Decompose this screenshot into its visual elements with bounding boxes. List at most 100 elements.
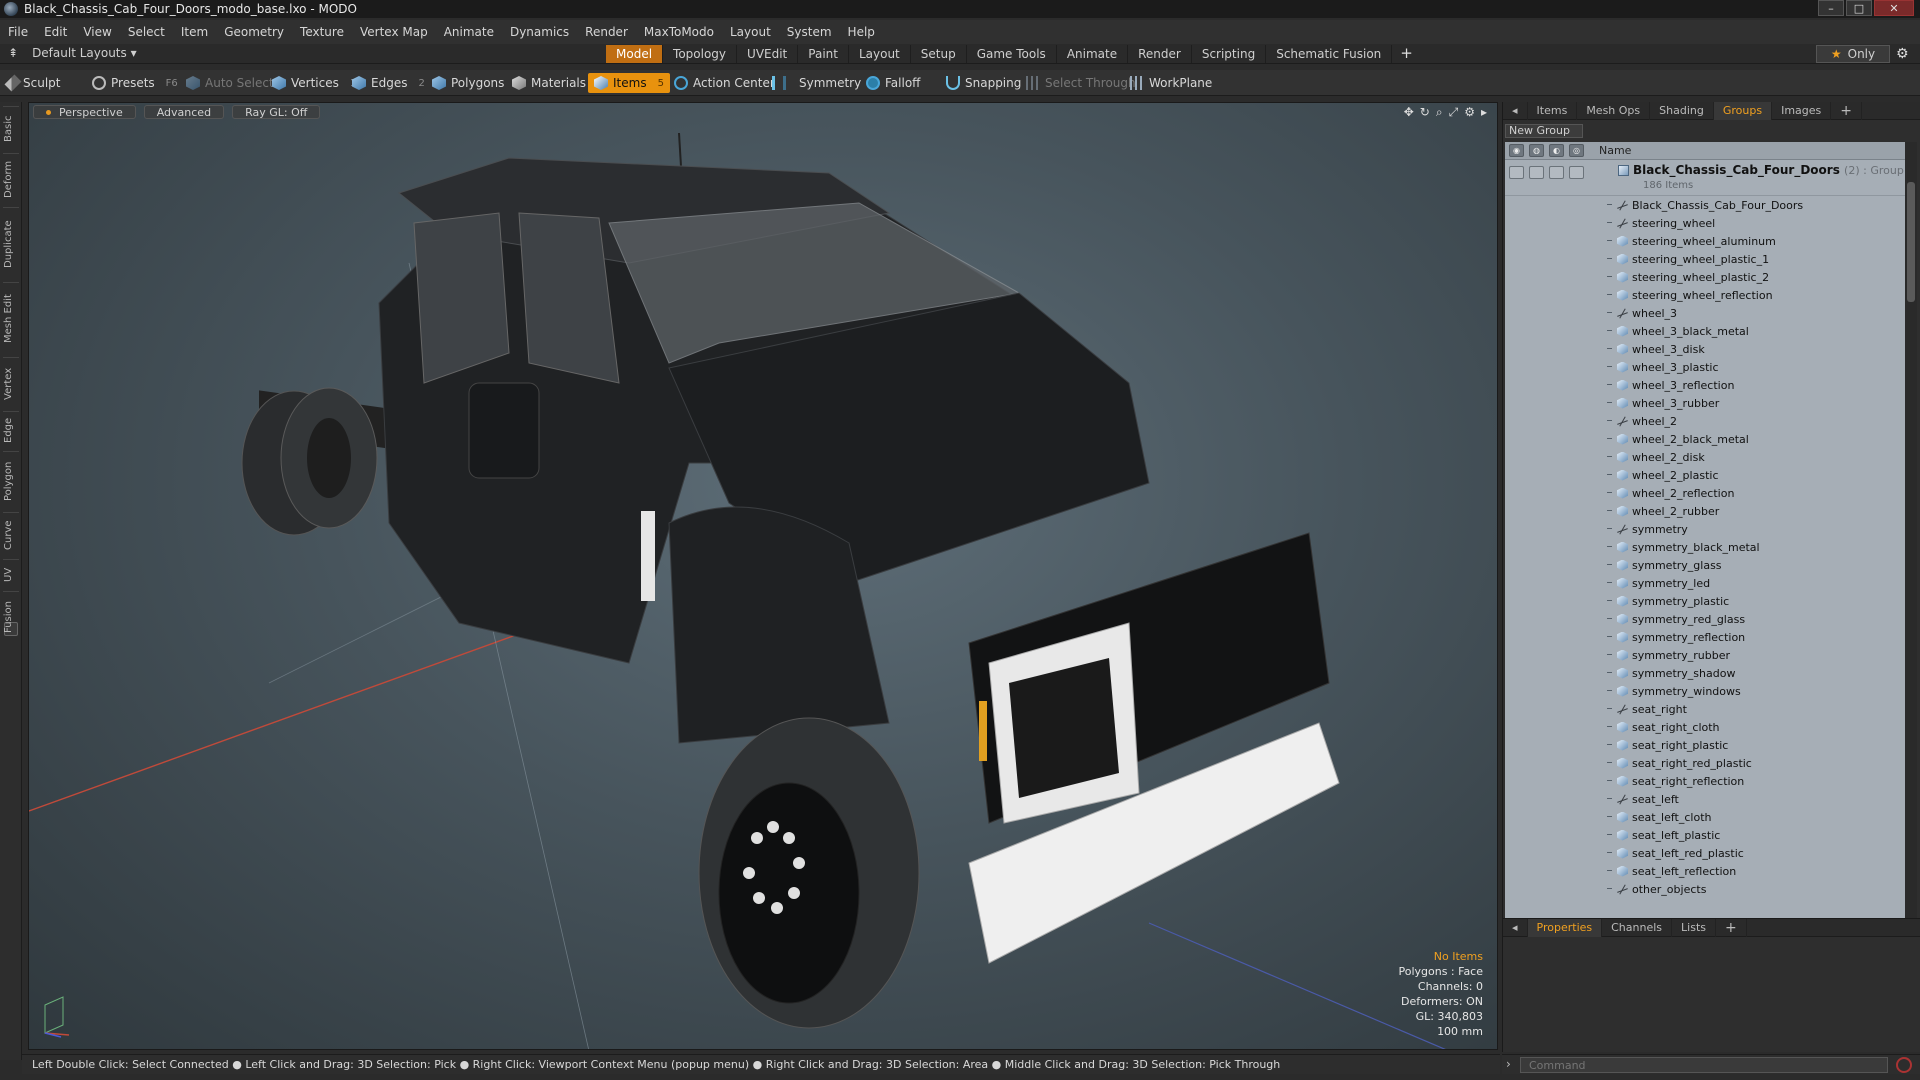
layout-tab-model[interactable]: Model [606,45,664,63]
tree-item[interactable]: wheel_2_black_metal [1505,430,1905,448]
tree-item[interactable]: other_objects [1505,880,1905,898]
left-tab-curve[interactable]: Curve [3,512,19,557]
tree-item[interactable]: steering_wheel [1505,214,1905,232]
polygons-button[interactable]: Polygons [432,73,504,93]
eye-toggle[interactable] [1509,166,1524,179]
tree-item[interactable]: symmetry_led [1505,574,1905,592]
tree-item[interactable]: symmetry_windows [1505,682,1905,700]
maximize-viewport-icon[interactable]: ⤢ [1449,105,1459,120]
command-input[interactable] [1520,1057,1888,1073]
pan-icon[interactable]: ✥ [1404,105,1414,120]
left-tab-polygon[interactable]: Polygon [3,451,19,510]
tree-item[interactable]: seat_right_red_plastic [1505,754,1905,772]
viewport-settings-icon[interactable]: ⚙ [1464,105,1475,120]
menu-file[interactable]: File [0,25,36,39]
groups-add-tab-button[interactable]: + [1831,101,1862,120]
new-group-button[interactable]: New Group [1505,124,1583,138]
select-through-button[interactable]: Select Through [1026,73,1136,93]
tree-item[interactable]: seat_left [1505,790,1905,808]
workplane-button[interactable]: WorkPlane [1130,73,1212,93]
tree-item[interactable]: symmetry_plastic [1505,592,1905,610]
select-column-icon[interactable]: ◎ [1569,144,1584,157]
tree-item[interactable]: wheel_2 [1505,412,1905,430]
tree-item[interactable]: wheel_3_disk [1505,340,1905,358]
layout-tab-uvedit[interactable]: UVEdit [737,45,799,63]
vertices-button[interactable]: Vertices 1 [272,73,356,93]
left-tab-edge[interactable]: Edge [3,411,19,449]
properties-tab-lists[interactable]: Lists [1672,918,1716,937]
menu-layout[interactable]: Layout [722,25,779,39]
layout-picker[interactable]: ⇞ Default Layouts ▾ [8,46,137,60]
layout-tab-layout[interactable]: Layout [849,45,911,63]
tree-item[interactable]: wheel_2_plastic [1505,466,1905,484]
view-mode-button[interactable]: Perspective [33,105,136,119]
properties-tab-properties[interactable]: Properties [1527,918,1603,937]
menu-texture[interactable]: Texture [292,25,352,39]
tree-item[interactable]: symmetry_black_metal [1505,538,1905,556]
menu-maxtomodo[interactable]: MaxToModo [636,25,722,39]
tree-item[interactable]: wheel_2_rubber [1505,502,1905,520]
maximize-button[interactable]: □ [1846,0,1872,16]
tree-item[interactable]: wheel_3_black_metal [1505,322,1905,340]
tree-item[interactable]: symmetry [1505,520,1905,538]
raygl-button[interactable]: Ray GL: Off [232,105,321,119]
items-button[interactable]: Items 5 [588,73,670,93]
shading-mode-button[interactable]: Advanced [143,105,225,119]
left-tab-mesh-edit[interactable]: Mesh Edit [3,282,19,355]
menu-help[interactable]: Help [840,25,883,39]
groups-tab-images[interactable]: Images [1772,101,1832,120]
menu-system[interactable]: System [779,25,840,39]
left-tab-duplicate[interactable]: Duplicate [3,207,19,280]
menu-geometry[interactable]: Geometry [216,25,292,39]
tree-item[interactable]: steering_wheel_aluminum [1505,232,1905,250]
materials-button[interactable]: Materials [512,73,586,93]
add-layout-tab-button[interactable]: + [1392,45,1421,63]
layout-tab-render[interactable]: Render [1128,45,1192,63]
lock-toggle[interactable] [1549,166,1564,179]
auto-select-button[interactable]: Auto Select [186,73,274,93]
select-toggle[interactable] [1569,166,1584,179]
left-tab-fusion[interactable]: Fusion [3,591,19,643]
layout-tab-scripting[interactable]: Scripting [1192,45,1267,63]
properties-tab-channels[interactable]: Channels [1602,918,1673,937]
groups-tab-mesh-ops[interactable]: Mesh Ops [1577,101,1651,120]
menu-dynamics[interactable]: Dynamics [502,25,577,39]
groups-panel-pin-icon[interactable]: ◂ [1503,101,1528,120]
tree-item[interactable]: wheel_3 [1505,304,1905,322]
tree-item[interactable]: steering_wheel_reflection [1505,286,1905,304]
minimize-button[interactable]: – [1818,0,1844,16]
sculpt-button[interactable]: Sculpt [4,73,60,93]
tree-item[interactable]: wheel_2_reflection [1505,484,1905,502]
layout-tab-game-tools[interactable]: Game Tools [967,45,1057,63]
tree-item[interactable]: seat_left_reflection [1505,862,1905,880]
tree-scrollbar[interactable] [1905,142,1917,918]
tree-item[interactable]: seat_right_plastic [1505,736,1905,754]
layout-tab-topology[interactable]: Topology [663,45,738,63]
groups-tab-shading[interactable]: Shading [1650,101,1714,120]
render-toggle[interactable] [1529,166,1544,179]
only-button[interactable]: ★ Only [1816,45,1890,63]
menu-animate[interactable]: Animate [436,25,502,39]
tree-item[interactable]: seat_right_reflection [1505,772,1905,790]
group-tree[interactable]: ◉ ◍ ◐ ◎ Name Black_Chassis_Cab_Four_Door… [1505,142,1905,918]
tree-item[interactable]: wheel_3_plastic [1505,358,1905,376]
left-tab-vertex[interactable]: Vertex [3,357,19,409]
tree-item[interactable]: seat_right_cloth [1505,718,1905,736]
presets-button[interactable]: Presets F6 [92,73,178,93]
left-tab-deform[interactable]: Deform [3,153,19,205]
falloff-button[interactable]: Falloff [866,73,920,93]
tree-item[interactable]: wheel_3_reflection [1505,376,1905,394]
3d-viewport[interactable]: Perspective Advanced Ray GL: Off ✥ ↻ ⌕ ⤢… [28,102,1498,1050]
layout-tab-paint[interactable]: Paint [798,45,849,63]
render-column-icon[interactable]: ◍ [1529,144,1544,157]
action-center-button[interactable]: Action Center [674,73,775,93]
properties-panel-pin-icon[interactable]: ◂ [1503,918,1528,937]
menu-render[interactable]: Render [577,25,636,39]
layout-tab-animate[interactable]: Animate [1057,45,1129,63]
tree-item[interactable]: seat_left_cloth [1505,808,1905,826]
tree-item[interactable]: seat_left_plastic [1505,826,1905,844]
tree-item[interactable]: symmetry_red_glass [1505,610,1905,628]
tree-item[interactable]: seat_left_red_plastic [1505,844,1905,862]
name-column-header[interactable]: Name [1587,144,1631,157]
symmetry-button[interactable]: Symmetry [772,73,861,93]
